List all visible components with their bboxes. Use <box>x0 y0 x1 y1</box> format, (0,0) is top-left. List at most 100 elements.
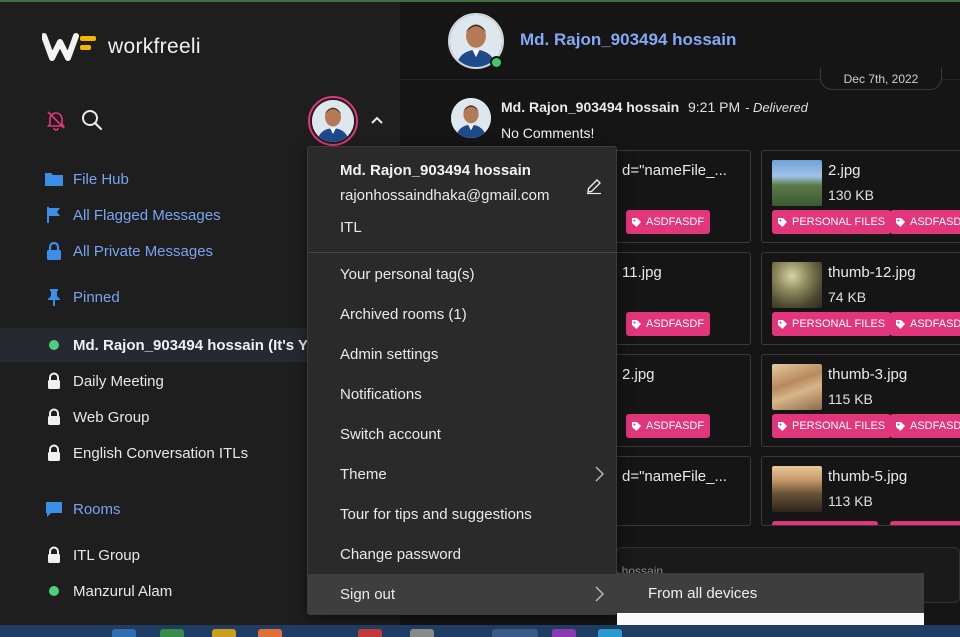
date-separator: Dec 7th, 2022 <box>820 68 942 90</box>
edit-profile-icon[interactable] <box>585 177 603 195</box>
file-tag[interactable] <box>890 521 960 525</box>
message-avatar[interactable] <box>451 98 491 138</box>
taskbar-app-icon[interactable] <box>410 629 434 637</box>
search-icon[interactable] <box>80 108 104 132</box>
file-size: 130 KB <box>828 187 874 203</box>
menu-item-notifications[interactable]: Notifications <box>308 374 616 414</box>
lock-icon <box>44 407 64 427</box>
avatar <box>451 98 491 138</box>
menu-item-label: Sign out <box>340 585 396 603</box>
message-text: No Comments! <box>501 125 595 141</box>
file-tag[interactable]: PERSONAL FILES <box>772 210 892 234</box>
menu-user-email: rajonhossaindhaka@gmail.com <box>340 187 550 204</box>
menu-item-archived-rooms[interactable]: Archived rooms (1) <box>308 294 616 334</box>
file-tag[interactable]: PERSONAL FILES <box>772 312 892 336</box>
pin-icon <box>44 287 64 307</box>
menu-user-name: Md. Rajon_903494 hossain <box>340 162 531 179</box>
folder-icon <box>44 169 64 189</box>
lock-icon <box>44 241 64 261</box>
file-card[interactable]: thumb-12.jpg 74 KB PERSONAL FILES ASDFAS… <box>761 252 960 345</box>
user-avatar-button[interactable] <box>308 96 358 146</box>
sidebar-item-label: File Hub <box>73 170 129 188</box>
avatar <box>312 100 354 142</box>
taskbar-app-icon[interactable] <box>160 629 184 637</box>
taskbar-app-icon[interactable] <box>598 629 622 637</box>
file-tag[interactable]: ASDFASDF <box>626 312 711 336</box>
file-name: 11.jpg <box>622 264 662 281</box>
chevron-right-icon <box>595 466 604 482</box>
chat-title[interactable]: Md. Rajon_903494 hossain <box>520 30 736 50</box>
menu-item-tour[interactable]: Tour for tips and suggestions <box>308 494 616 534</box>
tag-icon <box>896 217 905 227</box>
sidebar-item-label: Web Group <box>73 408 150 426</box>
file-name: thumb-12.jpg <box>828 264 916 281</box>
file-name: thumb-3.jpg <box>828 366 908 383</box>
chevron-right-icon <box>595 586 604 602</box>
chat-icon <box>44 499 64 519</box>
menu-divider <box>308 252 616 253</box>
message-status: - Delivered <box>745 100 808 115</box>
taskbar-app-icon[interactable] <box>258 629 282 637</box>
lock-icon <box>44 371 64 391</box>
menu-item-change-password[interactable]: Change password <box>308 534 616 574</box>
tag-icon <box>778 319 787 329</box>
file-size: 115 KB <box>828 391 873 407</box>
online-dot-icon <box>44 581 64 601</box>
submenu-background <box>617 613 924 625</box>
online-status-indicator <box>490 56 503 69</box>
sidebar-item-label: Pinned <box>73 288 120 306</box>
sidebar-item-label: All Private Messages <box>73 242 214 260</box>
file-tag[interactable]: ASDFASDF <box>890 210 960 234</box>
taskbar-app-icon[interactable] <box>358 629 382 637</box>
file-name: thumb-5.jpg <box>828 468 908 485</box>
file-name: 2.jpg <box>622 366 655 383</box>
taskbar-app-icon[interactable] <box>492 629 538 637</box>
tag-icon <box>778 217 787 227</box>
lock-icon <box>44 443 64 463</box>
menu-user-org: ITL <box>340 219 362 236</box>
file-tag[interactable] <box>772 521 878 525</box>
file-tag[interactable]: ASDFASDF <box>890 414 960 438</box>
file-thumbnail <box>772 262 822 308</box>
file-card[interactable]: thumb-5.jpg 113 KB <box>761 456 960 526</box>
app-name: workfreeli <box>108 35 201 58</box>
file-name: 2.jpg <box>828 162 861 179</box>
tag-icon <box>632 217 641 227</box>
tag-icon <box>896 319 905 329</box>
file-thumbnail <box>772 364 822 410</box>
file-card[interactable]: thumb-3.jpg 115 KB PERSONAL FILES ASDFAS… <box>761 354 960 447</box>
menu-item-personal-tags[interactable]: Your personal tag(s) <box>308 254 616 294</box>
tag-icon <box>632 421 641 431</box>
submenu-sign-out-all-devices[interactable]: From all devices <box>617 573 924 613</box>
sidebar-item-label: Rooms <box>73 500 121 518</box>
sidebar-item-label: English Conversation ITLs <box>73 444 249 462</box>
chevron-up-icon[interactable] <box>368 112 386 130</box>
taskbar-app-icon[interactable] <box>112 629 136 637</box>
sidebar-item-label: All Flagged Messages <box>73 206 221 224</box>
notifications-muted-icon[interactable] <box>44 108 68 132</box>
flag-icon <box>44 205 64 225</box>
sidebar-item-label: Md. Rajon_903494 hossain (It's You) <box>73 336 331 354</box>
taskbar-app-icon[interactable] <box>212 629 236 637</box>
workfreeli-logo-icon <box>42 33 96 61</box>
file-tag[interactable]: PERSONAL FILES <box>772 414 892 438</box>
lock-icon <box>44 545 64 565</box>
taskbar-app-icon[interactable] <box>552 629 576 637</box>
file-thumbnail <box>772 160 822 206</box>
menu-item-sign-out[interactable]: Sign out <box>308 574 616 614</box>
sidebar-item-label: Manzurul Alam <box>73 582 173 600</box>
message-time: 9:21 PM <box>688 99 741 115</box>
menu-item-switch-account[interactable]: Switch account <box>308 414 616 454</box>
menu-item-theme[interactable]: Theme <box>308 454 616 494</box>
tag-icon <box>632 319 641 329</box>
file-tag[interactable]: ASDFASDF <box>890 312 960 336</box>
app-logo[interactable]: workfreeli <box>42 32 201 62</box>
menu-item-admin-settings[interactable]: Admin settings <box>308 334 616 374</box>
file-tag[interactable]: ASDFASDF <box>626 210 711 234</box>
file-name: d="nameFile_... <box>622 162 727 179</box>
file-name: d="nameFile_... <box>622 468 727 485</box>
tag-icon <box>778 421 787 431</box>
file-card[interactable]: 2.jpg 130 KB PERSONAL FILES ASDFASDF <box>761 150 960 243</box>
file-thumbnail <box>772 466 822 512</box>
file-tag[interactable]: ASDFASDF <box>626 414 711 438</box>
